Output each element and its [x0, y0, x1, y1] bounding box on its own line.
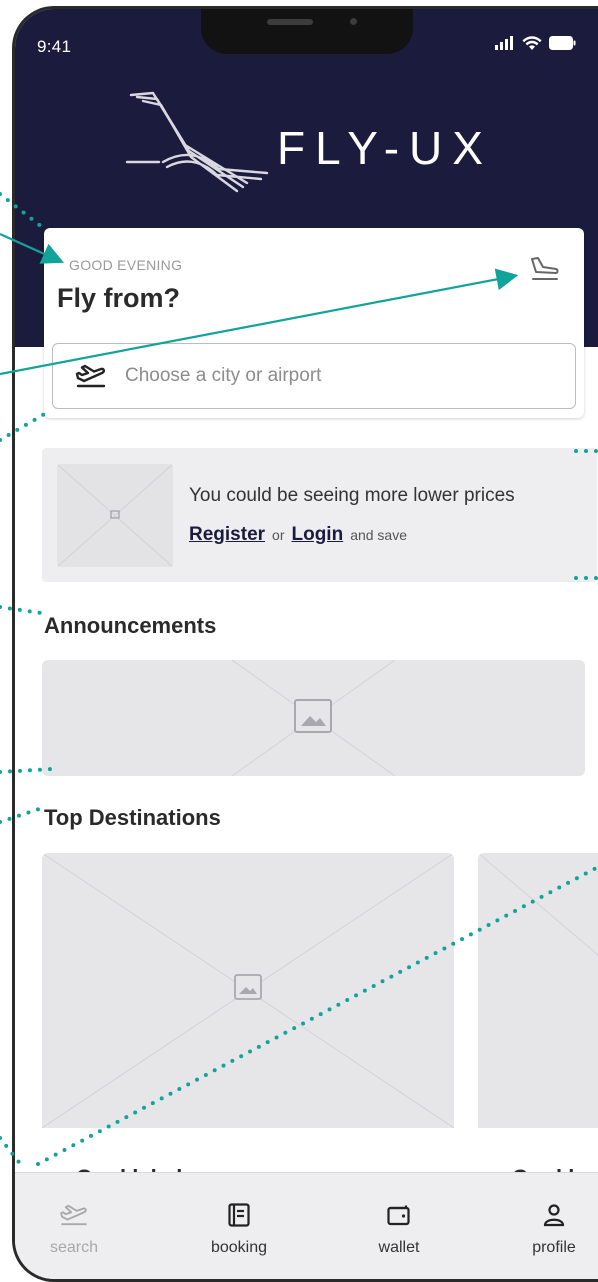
bottom-nav: search booking wallet profile [15, 1172, 598, 1279]
promo-text: You could be seeing more lower prices [189, 485, 515, 506]
booking-icon [228, 1201, 250, 1229]
status-time: 9:41 [37, 37, 72, 56]
nav-label: wallet [378, 1239, 420, 1256]
fly-from-title: Fly from? [57, 283, 181, 313]
destination-card[interactable]: Card la [478, 853, 598, 1193]
tail-logo-icon [125, 91, 269, 193]
city-search-input[interactable]: Choose a city or airport [52, 343, 576, 409]
nav-item-wallet[interactable]: wallet [344, 1173, 454, 1273]
announcements-title: Announcements [44, 613, 217, 638]
or-label: or [272, 527, 285, 543]
register-link[interactable]: Register [189, 524, 265, 546]
promo-image-placeholder [57, 464, 173, 567]
login-promo-banner: You could be seeing more lower prices Re… [42, 448, 597, 582]
departure-mode-button[interactable] [529, 254, 561, 284]
signal-icon [495, 36, 513, 50]
phone-frame: 9:41 FLY-UX GOOD EVENING Fly from? Choos… [12, 6, 598, 1282]
brand-name: FLY-UX [277, 122, 493, 174]
top-destinations-title: Top Destinations [44, 805, 221, 830]
nav-label: search [49, 1239, 99, 1256]
device-notch [201, 9, 413, 54]
takeoff-plane-icon [75, 364, 107, 388]
destination-card[interactable]: Card label [42, 853, 454, 1193]
nav-label: booking [210, 1239, 268, 1256]
status-icons [495, 31, 576, 55]
and-save-label: and save [350, 527, 408, 543]
battery-icon [549, 36, 576, 50]
announcement-banner[interactable] [42, 660, 585, 776]
search-card: GOOD EVENING Fly from? Choose a city or … [44, 228, 584, 418]
promo-actions: Register or Login and save [189, 524, 407, 546]
profile-icon [543, 1201, 565, 1229]
nav-label: profile [532, 1239, 576, 1256]
city-input-placeholder: Choose a city or airport [125, 365, 322, 386]
nav-item-booking[interactable]: booking [184, 1173, 294, 1273]
takeoff-icon [531, 257, 559, 280]
front-camera [350, 18, 357, 25]
nav-item-profile[interactable]: profile [499, 1173, 598, 1273]
login-link[interactable]: Login [291, 524, 343, 546]
greeting-label: GOOD EVENING [69, 257, 183, 273]
takeoff-icon [59, 1201, 89, 1229]
speaker-grille [267, 19, 313, 25]
wifi-icon [522, 35, 542, 50]
nav-item-search[interactable]: search [19, 1173, 129, 1273]
wallet-icon [387, 1201, 411, 1229]
